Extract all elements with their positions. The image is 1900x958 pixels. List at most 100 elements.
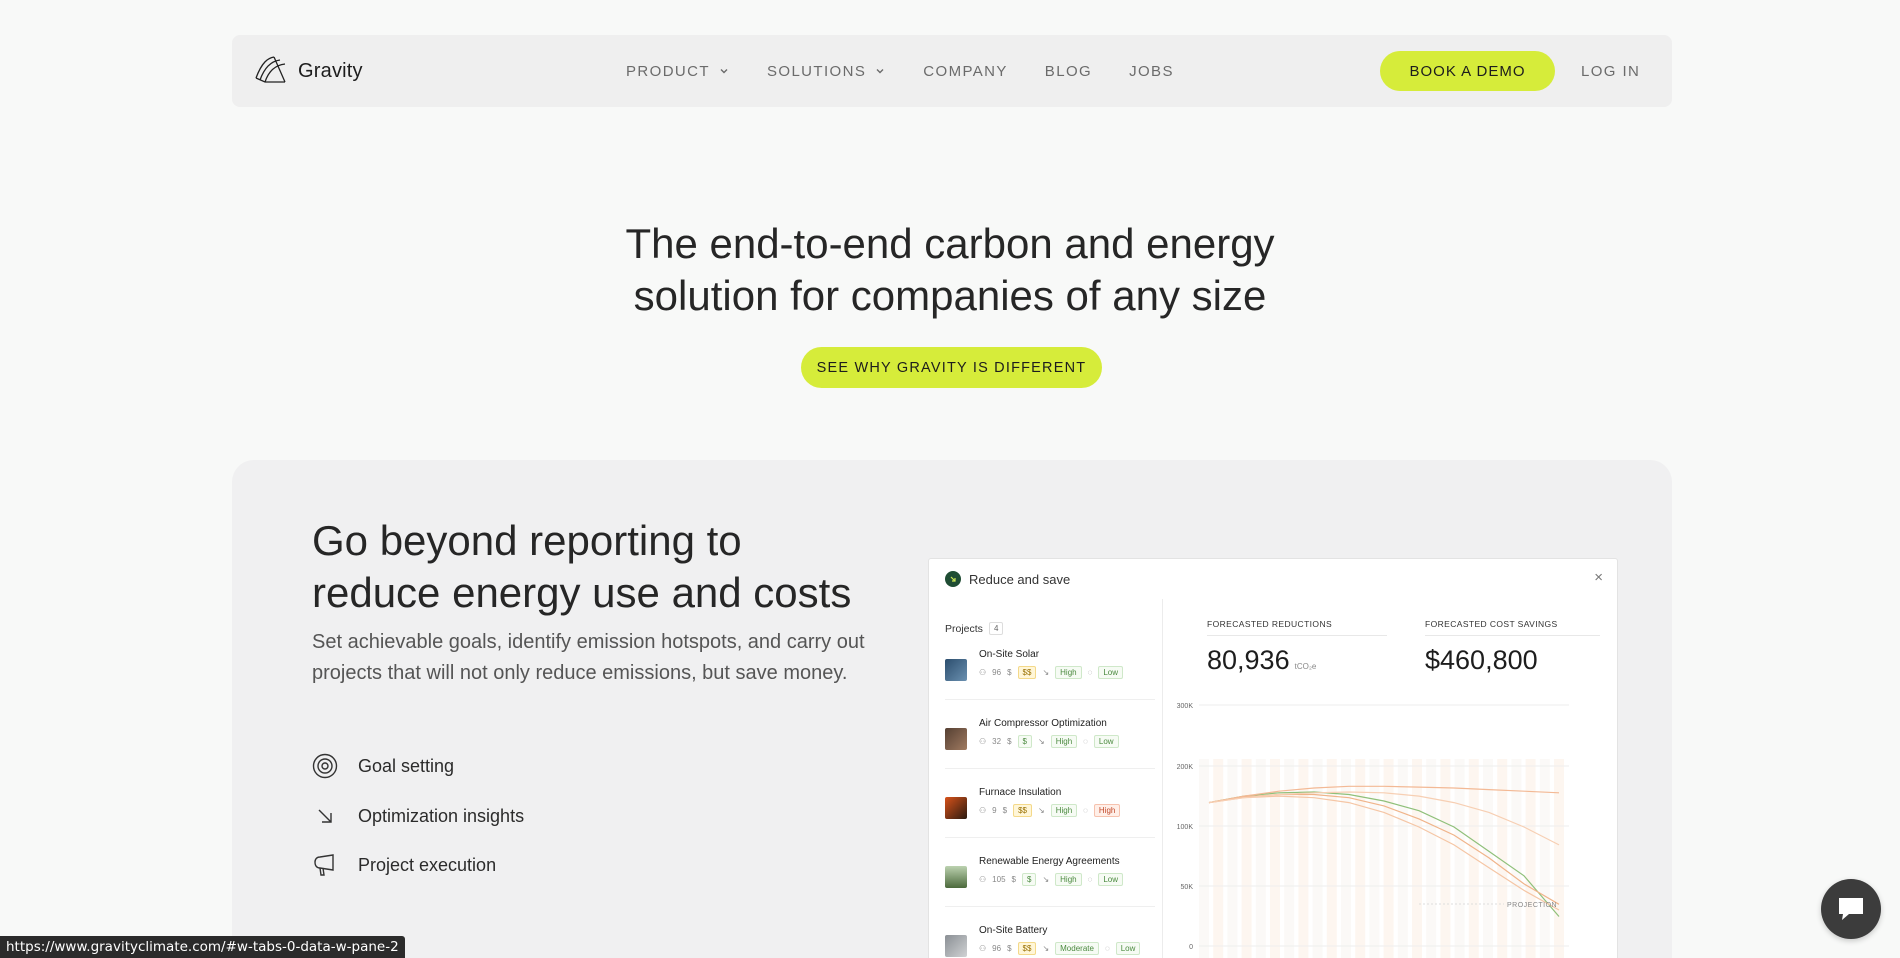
login-link[interactable]: LOG IN: [1581, 35, 1640, 107]
nav-blog-label: BLOG: [1044, 62, 1093, 80]
chart-bg-bar: [1284, 759, 1295, 958]
feature-goal-setting[interactable]: Goal setting: [312, 753, 454, 779]
chevron-down-icon: [876, 69, 884, 74]
hero-title-line2: solution for companies of any size: [633, 272, 1267, 319]
panel-divider: [1162, 599, 1163, 958]
chart-bg-bar: [1426, 759, 1437, 958]
chart-bg-bar: [1440, 759, 1451, 958]
project-impact-tag: High: [1050, 804, 1078, 817]
shield-icon: ◌: [1087, 668, 1093, 677]
project-row[interactable]: Air Compressor Optimization ⚇ 32 $ $ ↘ H…: [945, 718, 1155, 778]
project-cost-tag: $: [1017, 735, 1032, 748]
project-row[interactable]: On-Site Battery ⚇ 96 $ $$ ↘ Moderate ◌ L…: [945, 925, 1155, 958]
project-thumbnail: [945, 728, 967, 750]
chat-button[interactable]: [1821, 879, 1881, 939]
feature-label: Project execution: [358, 854, 497, 875]
chart-bg-bar: [1397, 759, 1408, 958]
feature-section: Go beyond reporting to reduce energy use…: [232, 460, 1672, 958]
feature-label: Optimization insights: [358, 805, 525, 826]
shield-icon: ◌: [1083, 806, 1088, 815]
feature-optimization-insights[interactable]: Optimization insights: [312, 803, 524, 829]
target-icon: [312, 753, 338, 779]
project-cost-tag: $$: [1017, 942, 1037, 955]
project-impact-tag: High: [1055, 873, 1082, 886]
nav-product[interactable]: PRODUCT: [626, 63, 730, 80]
reduce-and-save-panel: Reduce and save × Projects 4 On-Site Sol…: [928, 558, 1618, 958]
people-icon: ⚇: [979, 806, 987, 815]
top-navbar: Gravity PRODUCT SOLUTIONS COMPANY BLOG J…: [232, 35, 1672, 107]
chart-bg-bar: [1326, 759, 1337, 958]
chart-bg-bar: [1525, 759, 1536, 958]
project-thumbnail: [945, 659, 967, 681]
close-icon[interactable]: ×: [1594, 569, 1603, 586]
gravity-logo-icon: [254, 54, 288, 89]
project-divider: [945, 699, 1155, 700]
see-why-button[interactable]: SEE WHY GRAVITY IS DIFFERENT: [801, 347, 1102, 388]
project-row[interactable]: On-Site Solar ⚇ 96 $ $$ ↘ High ◌ Low: [945, 649, 1155, 709]
chart-bg-bar: [1241, 759, 1252, 958]
impact-icon: ↘: [1042, 875, 1050, 884]
project-risk-tag: High: [1093, 804, 1121, 817]
people-icon: ⚇: [979, 668, 987, 677]
project-risk-tag: Low: [1098, 873, 1124, 886]
project-cost-tag: $$: [1017, 666, 1037, 679]
project-name: On-Site Battery: [979, 925, 1048, 936]
book-demo-button[interactable]: BOOK A DEMO: [1380, 51, 1555, 91]
panel-title: Reduce and save: [969, 571, 1071, 587]
feature-project-execution[interactable]: Project execution: [312, 852, 496, 878]
shield-icon: ◌: [1083, 737, 1088, 746]
status-bar-url: https://www.gravityclimate.com/#w-tabs-0…: [0, 936, 405, 958]
chart-bg-bar: [1412, 759, 1422, 958]
nav-blog[interactable]: BLOG: [1045, 63, 1092, 80]
chart-bg-bar: [1227, 759, 1238, 958]
chevron-down-icon: [720, 69, 728, 74]
chart-bg-bar: [1213, 759, 1224, 958]
hero-title: The end-to-end carbon and energy solutio…: [0, 218, 1900, 322]
project-impact-tag: High: [1050, 735, 1078, 748]
project-risk-tag: Low: [1115, 942, 1141, 955]
forecasted-savings-label: FORECASTED COST SAVINGS: [1425, 619, 1558, 629]
project-meta: ⚇ 9 $ $$ ↘ High ◌ High: [979, 804, 1121, 817]
projects-label: Projects: [945, 622, 983, 635]
chat-bubble-icon: [1839, 898, 1863, 920]
projection-label: PROJECTION: [1507, 902, 1557, 909]
project-thumbnail: [945, 866, 967, 888]
dollar-icon: $: [1007, 668, 1012, 677]
y-tick-label: 100K: [1177, 824, 1194, 831]
chart-bg-bar: [1369, 759, 1380, 958]
y-tick-label: 50K: [1181, 884, 1194, 891]
nav-jobs[interactable]: JOBS: [1129, 63, 1174, 80]
project-name: Furnace Insulation: [979, 787, 1062, 798]
project-row[interactable]: Renewable Energy Agreements ⚇ 105 $ $ ↘ …: [945, 856, 1155, 916]
logo-text: Gravity: [298, 60, 363, 82]
projects-header: Projects 4: [945, 622, 1004, 635]
project-meta: ⚇ 32 $ $ ↘ High ◌ Low: [979, 735, 1119, 748]
reduction-projection-chart: 300K 200K 100K 50K 0 PROJECTION: [1177, 703, 1569, 958]
nav-company-label: COMPANY: [923, 62, 1008, 80]
y-tick-label: 0: [1189, 944, 1193, 951]
project-thumbnail: [945, 797, 967, 819]
nav-links: PRODUCT SOLUTIONS COMPANY BLOG JOBS: [626, 35, 1211, 107]
arrow-down-right-icon: [312, 803, 338, 829]
section-title-line1: Go beyond reporting to: [312, 517, 742, 564]
impact-icon: ↘: [1037, 806, 1045, 815]
people-icon: ⚇: [979, 944, 987, 953]
kpi-divider: [1207, 635, 1387, 636]
dollar-icon: $: [1002, 806, 1008, 815]
section-title-line2: reduce energy use and costs: [312, 569, 852, 616]
panel-header: Reduce and save: [945, 571, 1070, 587]
project-meta: ⚇ 96 $ $$ ↘ High ◌ Low: [979, 666, 1124, 679]
people-icon: ⚇: [979, 875, 987, 884]
nav-company[interactable]: COMPANY: [923, 63, 1008, 80]
shield-icon: ◌: [1087, 875, 1093, 884]
forecasted-reductions-label: FORECASTED REDUCTIONS: [1207, 619, 1333, 629]
project-row[interactable]: Furnace Insulation ⚇ 9 $ $$ ↘ High ◌ Hig…: [945, 787, 1155, 847]
forecasted-savings-value: $460,800: [1425, 645, 1538, 675]
chart-bg-bar: [1511, 759, 1522, 958]
project-cost-tag: $: [1021, 873, 1037, 886]
section-description: Set achievable goals, identify emission …: [312, 631, 865, 684]
nav-solutions[interactable]: SOLUTIONS: [767, 63, 886, 80]
feature-label: Goal setting: [358, 755, 455, 776]
project-divider: [945, 906, 1155, 907]
logo[interactable]: Gravity: [254, 54, 363, 89]
